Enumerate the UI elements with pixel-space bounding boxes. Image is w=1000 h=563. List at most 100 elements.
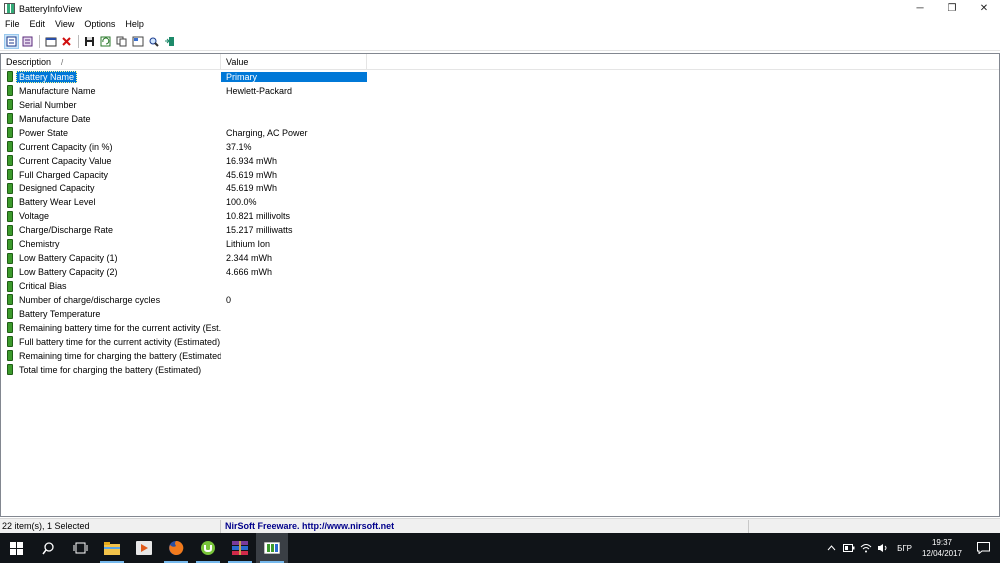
row-description: Low Battery Capacity (1) <box>19 253 118 264</box>
battery-row-icon <box>7 196 13 208</box>
row-value: Primary <box>221 71 367 82</box>
list-row[interactable]: Current Capacity (in %) 37.1% <box>1 140 999 154</box>
list-row[interactable]: Battery Name Primary <box>1 70 999 84</box>
list-row[interactable]: Serial Number <box>1 98 999 112</box>
row-description-cell: Battery Temperature <box>1 308 221 320</box>
list-row[interactable]: Remaining battery time for the current a… <box>1 321 999 335</box>
row-value: 100.0% <box>226 197 257 208</box>
list-row[interactable]: Manufacture Name Hewlett-Packard <box>1 84 999 98</box>
row-description: Number of charge/discharge cycles <box>19 294 161 305</box>
list-row[interactable]: Manufacture Date <box>1 112 999 126</box>
row-description-cell: Critical Bias <box>1 280 221 292</box>
minimize-button[interactable]: ─ <box>904 0 936 17</box>
battery-row-icon <box>7 127 13 139</box>
file-explorer-icon[interactable] <box>96 533 128 563</box>
row-description-cell: Low Battery Capacity (1) <box>1 252 221 264</box>
row-description-cell: Charge/Discharge Rate <box>1 224 221 236</box>
close-button[interactable]: ✕ <box>968 0 1000 17</box>
notification-center-icon[interactable] <box>966 533 1000 563</box>
battery-row-icon <box>7 294 13 306</box>
row-description: Full battery time for the current activi… <box>19 336 221 347</box>
list-row[interactable]: Current Capacity Value 16.934 mWh <box>1 154 999 168</box>
search-icon[interactable] <box>32 533 64 563</box>
battery-row-icon <box>7 113 13 125</box>
firefox-icon[interactable] <box>160 533 192 563</box>
list-row[interactable]: Full Charged Capacity 45.619 mWh <box>1 168 999 182</box>
list-row[interactable]: Designed Capacity 45.619 mWh <box>1 182 999 196</box>
exit-icon[interactable] <box>162 34 177 49</box>
menu-view[interactable]: View <box>50 19 79 29</box>
menu-help[interactable]: Help <box>120 19 149 29</box>
row-value: 2.344 mWh <box>226 253 273 264</box>
status-bar: 22 item(s), 1 Selected NirSoft Freeware.… <box>0 518 1000 533</box>
copy-icon[interactable] <box>114 34 129 49</box>
row-description-cell: Power State <box>1 127 221 139</box>
properties-icon[interactable] <box>43 34 58 49</box>
row-value: Lithium Ion <box>226 239 271 250</box>
row-description: Designed Capacity <box>19 183 95 194</box>
menu-edit[interactable]: Edit <box>25 19 51 29</box>
nirsoft-link[interactable]: NirSoft Freeware. http://www.nirsoft.net <box>221 519 749 533</box>
column-header-value[interactable]: Value <box>221 54 367 70</box>
media-player-icon[interactable] <box>128 533 160 563</box>
battery-row-icon <box>7 224 13 236</box>
battery-row-icon <box>7 99 13 111</box>
row-description: Full Charged Capacity <box>19 169 109 180</box>
list-row[interactable]: Total time for charging the battery (Est… <box>1 363 999 377</box>
save-icon[interactable] <box>82 34 97 49</box>
list-rows: Battery Name Primary Manufacture Name Hewle… <box>1 70 999 377</box>
column-header-description[interactable]: Description / <box>1 54 221 70</box>
row-description: Current Capacity (in %) <box>19 141 113 152</box>
battery-info-list[interactable]: Description / Value Battery Name Primary M… <box>0 53 1000 517</box>
task-view-icon[interactable] <box>64 533 96 563</box>
battery-row-icon <box>7 336 13 348</box>
list-row[interactable]: Low Battery Capacity (1) 2.344 mWh <box>1 251 999 265</box>
find-icon[interactable] <box>146 34 161 49</box>
battery-row-icon <box>7 85 13 97</box>
view-log-icon[interactable] <box>20 34 35 49</box>
maximize-button[interactable]: ❐ <box>936 0 968 17</box>
battery-row-icon <box>7 141 13 153</box>
menu-options[interactable]: Options <box>79 19 120 29</box>
list-row[interactable]: Remaining time for charging the battery … <box>1 349 999 363</box>
wifi-icon[interactable] <box>857 533 874 563</box>
menu-file[interactable]: File <box>0 19 25 29</box>
row-description: Current Capacity Value <box>19 155 112 166</box>
list-row[interactable]: Full battery time for the current activi… <box>1 335 999 349</box>
utorrent-icon[interactable] <box>192 533 224 563</box>
input-language-indicator[interactable]: БГР <box>891 544 918 553</box>
list-row[interactable]: Voltage 10.821 millivolts <box>1 209 999 223</box>
list-row[interactable]: Number of charge/discharge cycles 0 <box>1 293 999 307</box>
view-mode-icon[interactable] <box>4 33 19 49</box>
refresh-icon[interactable] <box>98 34 113 49</box>
volume-icon[interactable] <box>874 533 891 563</box>
row-description: Manufacture Name <box>19 85 96 96</box>
battery-row-icon <box>7 308 13 320</box>
list-row[interactable]: Charge/Discharge Rate 15.217 milliwatts <box>1 223 999 237</box>
row-value: Hewlett-Packard <box>226 85 293 96</box>
list-row[interactable]: Battery Temperature <box>1 307 999 321</box>
delete-icon[interactable] <box>59 34 74 49</box>
row-description-cell: Serial Number <box>1 99 221 111</box>
row-description: Serial Number <box>19 99 77 110</box>
windows-start-icon[interactable] <box>0 533 32 563</box>
row-description: Battery Temperature <box>19 308 101 319</box>
list-row[interactable]: Chemistry Lithium Ion <box>1 237 999 251</box>
clock[interactable]: 19:37 12/04/2017 <box>918 537 966 559</box>
winrar-icon[interactable] <box>224 533 256 563</box>
row-description: Manufacture Date <box>19 113 91 124</box>
html-report-icon[interactable] <box>130 34 145 49</box>
list-row[interactable]: Critical Bias <box>1 279 999 293</box>
chevron-up-icon[interactable] <box>823 533 840 563</box>
row-description-cell: Number of charge/discharge cycles <box>1 294 221 306</box>
row-description-cell: Chemistry <box>1 238 221 250</box>
list-row[interactable]: Low Battery Capacity (2) 4.666 mWh <box>1 265 999 279</box>
battery-icon[interactable] <box>840 533 857 563</box>
list-row[interactable]: Battery Wear Level 100.0% <box>1 195 999 209</box>
item-count: 22 item(s), 1 Selected <box>0 519 221 533</box>
list-row[interactable]: Power State Charging, AC Power <box>1 126 999 140</box>
battery-row-icon <box>7 252 13 264</box>
battery-row-icon <box>7 169 13 181</box>
window-controls: ─ ❐ ✕ <box>904 0 1000 17</box>
batteryinfoview-icon[interactable] <box>256 533 288 563</box>
